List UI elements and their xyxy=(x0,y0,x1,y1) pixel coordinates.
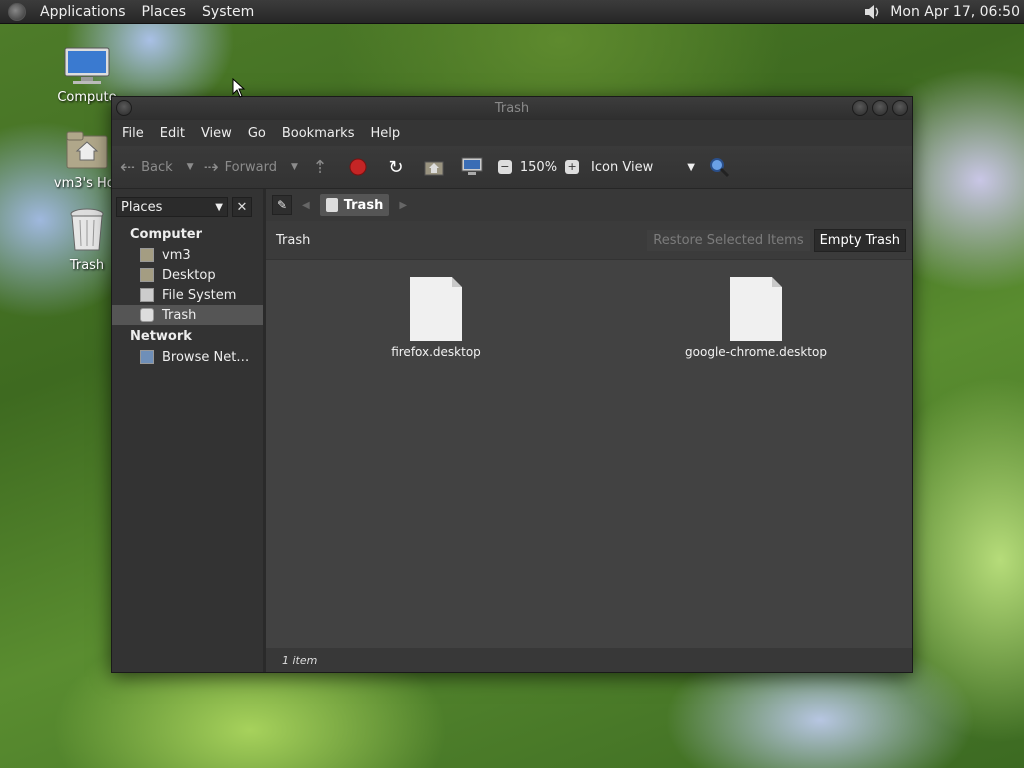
mouse-pointer-icon xyxy=(232,77,246,102)
menu-bookmarks[interactable]: Bookmarks xyxy=(274,126,363,141)
menu-help[interactable]: Help xyxy=(362,126,408,141)
statusbar: 1 item xyxy=(266,648,912,672)
path-right-arrow-icon[interactable]: ▶ xyxy=(399,200,407,211)
zoom-in-icon: + xyxy=(565,160,580,174)
document-icon xyxy=(410,277,462,341)
view-mode-select[interactable]: Icon View ▼ xyxy=(591,160,695,175)
network-icon xyxy=(140,350,154,364)
breadcrumb-label: Trash xyxy=(343,197,384,213)
minimize-button[interactable] xyxy=(852,100,868,116)
file-name: firefox.desktop xyxy=(391,345,481,359)
file-item[interactable]: firefox.desktop xyxy=(356,277,516,359)
sidebar-item-label: Trash xyxy=(162,307,197,323)
sidebar-item-vm3[interactable]: vm3 xyxy=(112,245,263,265)
file-item[interactable]: google-chrome.desktop xyxy=(676,277,836,359)
trash-icon xyxy=(325,198,338,212)
home-folder-icon xyxy=(140,248,154,262)
file-manager-window: Trash File Edit View Go Bookmarks Help ⇠… xyxy=(111,96,913,673)
sidebar-group-computer: Computer vm3 Desktop File System Trash xyxy=(112,225,263,325)
zoom-out-icon: − xyxy=(497,160,512,174)
view-mode-label: Icon View xyxy=(591,159,654,175)
zoom-in-button[interactable]: + xyxy=(565,160,580,174)
sidebar: Places ▼ ✕ Computer vm3 Desktop File Sys… xyxy=(112,189,263,672)
forward-button[interactable]: ⇢ Forward ▼ xyxy=(204,157,298,178)
desktop-folder-icon xyxy=(140,268,154,282)
menubar: File Edit View Go Bookmarks Help xyxy=(112,120,912,146)
home-icon[interactable] xyxy=(422,155,446,179)
path-left-arrow-icon[interactable]: ◀ xyxy=(302,200,310,211)
status-text: 1 item xyxy=(282,653,318,667)
back-label: Back xyxy=(141,159,173,175)
chevron-down-icon: ▼ xyxy=(215,201,223,213)
forward-history-dropdown-icon[interactable]: ▼ xyxy=(291,162,298,172)
location-label: Trash xyxy=(276,232,311,248)
pathbar: ✎ ◀ Trash ▶ xyxy=(266,189,912,221)
forward-arrow-icon: ⇢ xyxy=(203,156,219,178)
trash-icon xyxy=(140,308,154,322)
sidebar-item-label: File System xyxy=(162,287,237,303)
sidebar-heading: Network xyxy=(130,329,192,344)
breadcrumb[interactable]: Trash xyxy=(319,194,390,216)
zoom-out-button[interactable]: − xyxy=(497,160,512,174)
computer-icon xyxy=(52,46,122,90)
sidebar-heading: Computer xyxy=(130,227,203,242)
applications-menu[interactable]: Applications xyxy=(32,4,134,20)
top-panel: Applications Places System Mon Apr 17, 0… xyxy=(0,0,1024,24)
sidebar-item-label: Desktop xyxy=(162,267,216,283)
forward-label: Forward xyxy=(224,159,277,175)
menu-file[interactable]: File xyxy=(114,126,152,141)
zoom-level[interactable]: 150% xyxy=(520,160,557,175)
trash-infobar: Trash Restore Selected Items Empty Trash xyxy=(266,221,912,260)
sidebar-item-trash[interactable]: Trash xyxy=(112,305,263,325)
sidebar-item-browse-network[interactable]: Browse Net… xyxy=(112,347,263,367)
main-area: Places ▼ ✕ Computer vm3 Desktop File Sys… xyxy=(112,189,912,672)
maximize-button[interactable] xyxy=(872,100,888,116)
places-menu[interactable]: Places xyxy=(134,4,195,20)
volume-icon[interactable] xyxy=(862,3,884,21)
empty-trash-button[interactable]: Empty Trash xyxy=(813,228,906,252)
window-menu-button[interactable] xyxy=(116,100,132,116)
sidebar-item-filesystem[interactable]: File System xyxy=(112,285,263,305)
sidebar-type-label: Places xyxy=(121,199,163,215)
up-icon[interactable]: ⇡ xyxy=(308,155,332,179)
stop-icon[interactable] xyxy=(346,155,370,179)
restore-selected-button[interactable]: Restore Selected Items xyxy=(647,229,810,251)
menu-view[interactable]: View xyxy=(193,126,240,141)
computer-icon[interactable] xyxy=(460,155,484,179)
system-menu[interactable]: System xyxy=(194,4,262,20)
menu-go[interactable]: Go xyxy=(240,126,274,141)
sidebar-type-select[interactable]: Places ▼ xyxy=(116,197,228,217)
menu-edit[interactable]: Edit xyxy=(152,126,193,141)
window-title: Trash xyxy=(494,101,530,116)
content-pane: ✎ ◀ Trash ▶ Trash Restore Selected Items… xyxy=(266,189,912,672)
edit-location-icon[interactable]: ✎ xyxy=(272,195,292,215)
search-icon[interactable] xyxy=(707,155,731,179)
infobar-actions: Restore Selected Items Empty Trash xyxy=(647,228,906,252)
sidebar-item-label: vm3 xyxy=(162,247,191,263)
reload-icon[interactable]: ↻ xyxy=(384,155,408,179)
sidebar-item-desktop[interactable]: Desktop xyxy=(112,265,263,285)
document-icon xyxy=(730,277,782,341)
file-name: google-chrome.desktop xyxy=(685,345,827,359)
distro-logo-icon[interactable] xyxy=(8,2,26,21)
sidebar-item-label: Browse Net… xyxy=(162,349,250,365)
back-history-dropdown-icon[interactable]: ▼ xyxy=(187,162,194,172)
chevron-down-icon: ▼ xyxy=(687,161,695,173)
clock[interactable]: Mon Apr 17, 06:50 xyxy=(890,4,1020,20)
sidebar-group-network: Network Browse Net… xyxy=(112,327,263,367)
back-button[interactable]: ⇠ Back ▼ xyxy=(120,157,194,178)
toolbar: ⇠ Back ▼ ⇢ Forward ▼ ⇡ ↻ − 150% + Icon V… xyxy=(112,146,912,189)
close-button[interactable] xyxy=(892,100,908,116)
back-arrow-icon: ⇠ xyxy=(120,156,136,178)
close-sidebar-icon[interactable]: ✕ xyxy=(232,197,252,217)
sidebar-header: Places ▼ ✕ xyxy=(116,195,259,219)
drive-icon xyxy=(140,288,154,302)
